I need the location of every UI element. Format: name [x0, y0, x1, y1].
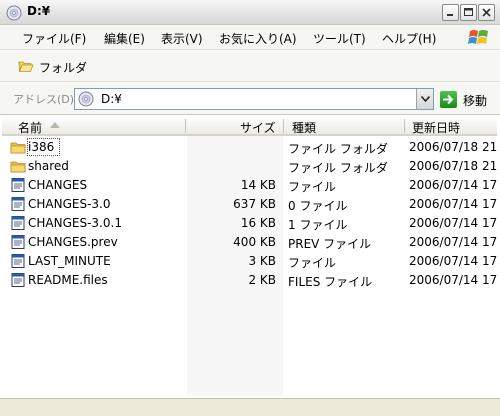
minimize-button[interactable]: [442, 4, 459, 21]
go-button[interactable]: 移動: [440, 90, 498, 110]
menu-file[interactable]: ファイル(F): [22, 30, 86, 47]
file-list-view[interactable]: 名前 サイズ 種類 更新日時 i386 ファイル フォルダ 2006/07/18 2…: [2, 116, 497, 396]
minimize-icon: [447, 14, 453, 16]
cell-type: FILES ファイル: [288, 275, 373, 289]
folder-icon: [10, 158, 26, 174]
file-icon: [10, 272, 26, 288]
cell-size: 2 KB: [248, 273, 276, 287]
table-row[interactable]: CHANGES-3.0 637 KB 0 ファイル 2006/07/14 17: [2, 195, 497, 214]
maximize-icon: [464, 8, 473, 16]
table-row[interactable]: shared ファイル フォルダ 2006/07/18 21: [2, 157, 497, 176]
cd-drive-icon: [78, 91, 94, 107]
folders-button-label: フォルダ: [39, 61, 88, 75]
go-button-label: 移動: [463, 94, 488, 108]
cell-name: CHANGES-3.0: [28, 197, 111, 211]
go-arrow-icon: [440, 91, 457, 108]
cell-size: 16 KB: [240, 216, 276, 230]
table-row[interactable]: LAST_MINUTE 3 KB ファイル 2006/07/14 17: [2, 252, 497, 271]
table-row[interactable]: CHANGES.prev 400 KB PREV ファイル 2006/07/14 17: [2, 233, 497, 252]
cell-type: ファイル フォルダ: [288, 161, 388, 175]
maximize-button[interactable]: [460, 4, 477, 21]
address-value: D:¥: [101, 92, 122, 106]
cell-name: CHANGES-3.0.1: [28, 216, 122, 230]
chevron-down-icon: [421, 96, 430, 102]
file-icon: [10, 215, 26, 231]
cell-type: 1 ファイル: [288, 218, 348, 232]
cell-name: shared: [28, 159, 69, 173]
column-header-modified[interactable]: 更新日時: [412, 119, 460, 136]
address-label: アドレス(D): [13, 93, 75, 106]
cell-name: LAST_MINUTE: [28, 254, 111, 268]
file-icon: [10, 177, 26, 193]
file-icon: [10, 253, 26, 269]
cell-size: 637 KB: [233, 197, 276, 211]
column-header-size[interactable]: サイズ: [240, 119, 276, 136]
column-separator[interactable]: [404, 119, 405, 133]
folder-icon: [10, 139, 26, 155]
address-dropdown-button[interactable]: [416, 89, 433, 109]
menu-view[interactable]: 表示(V): [161, 30, 203, 47]
list-header: 名前 サイズ 種類 更新日時: [2, 116, 497, 136]
cell-modified: 2006/07/14 17: [409, 216, 497, 230]
menu-help[interactable]: ヘルプ(H): [382, 30, 436, 47]
cell-name: README.files: [28, 273, 108, 287]
toolbar: フォルダ: [0, 51, 500, 82]
cell-type: ファイル フォルダ: [288, 142, 388, 156]
cd-drive-icon: [6, 5, 22, 21]
file-icon: [10, 234, 26, 250]
cell-modified: 2006/07/14 17: [409, 197, 497, 211]
cell-modified: 2006/07/14 17: [409, 235, 497, 249]
cell-type: ファイル: [288, 180, 337, 194]
column-separator[interactable]: [283, 119, 284, 133]
address-bar: アドレス(D) D:¥ 移動: [0, 83, 500, 115]
cell-type: PREV ファイル: [288, 237, 372, 251]
title-bar[interactable]: D:¥: [0, 0, 500, 25]
cell-modified: 2006/07/14 17: [409, 254, 497, 268]
cell-size: 3 KB: [248, 254, 276, 268]
menu-tools[interactable]: ツール(T): [313, 30, 366, 47]
file-icon: [10, 196, 26, 212]
cell-type: 0 ファイル: [288, 199, 348, 213]
window-title: D:¥: [27, 4, 51, 18]
table-row[interactable]: i386 ファイル フォルダ 2006/07/18 21: [2, 138, 497, 157]
table-row[interactable]: README.files 2 KB FILES ファイル 2006/07/14 17: [2, 271, 497, 290]
close-icon: [482, 8, 491, 17]
cell-size: 14 KB: [240, 178, 276, 192]
folder-open-icon: [18, 61, 34, 72]
cell-modified: 2006/07/14 17: [409, 178, 497, 192]
column-header-name[interactable]: 名前: [18, 119, 42, 136]
address-input[interactable]: D:¥: [74, 88, 434, 110]
column-separator[interactable]: [185, 119, 186, 133]
column-header-type[interactable]: 種類: [292, 119, 316, 136]
cell-name: CHANGES: [28, 178, 88, 192]
sort-ascending-icon: [50, 122, 60, 128]
cell-modified: 2006/07/14 17: [409, 273, 497, 287]
status-bar: [0, 398, 500, 416]
table-row[interactable]: CHANGES 14 KB ファイル 2006/07/14 17: [2, 176, 497, 195]
cell-size: 400 KB: [233, 235, 276, 249]
cell-name: i386: [28, 140, 55, 154]
cell-type: ファイル: [288, 256, 337, 270]
menu-edit[interactable]: 編集(E): [104, 30, 145, 47]
table-row[interactable]: CHANGES-3.0.1 16 KB 1 ファイル 2006/07/14 17: [2, 214, 497, 233]
close-button[interactable]: [478, 4, 495, 21]
cell-modified: 2006/07/18 21: [409, 159, 497, 173]
menu-bar: ファイル(F) 編集(E) 表示(V) お気に入り(A) ツール(T) ヘルプ(…: [0, 25, 500, 50]
cell-name: CHANGES.prev: [28, 235, 118, 249]
cell-modified: 2006/07/18 21: [409, 140, 497, 154]
windows-logo-icon: [468, 30, 488, 44]
menu-favorites[interactable]: お気に入り(A): [219, 30, 297, 47]
